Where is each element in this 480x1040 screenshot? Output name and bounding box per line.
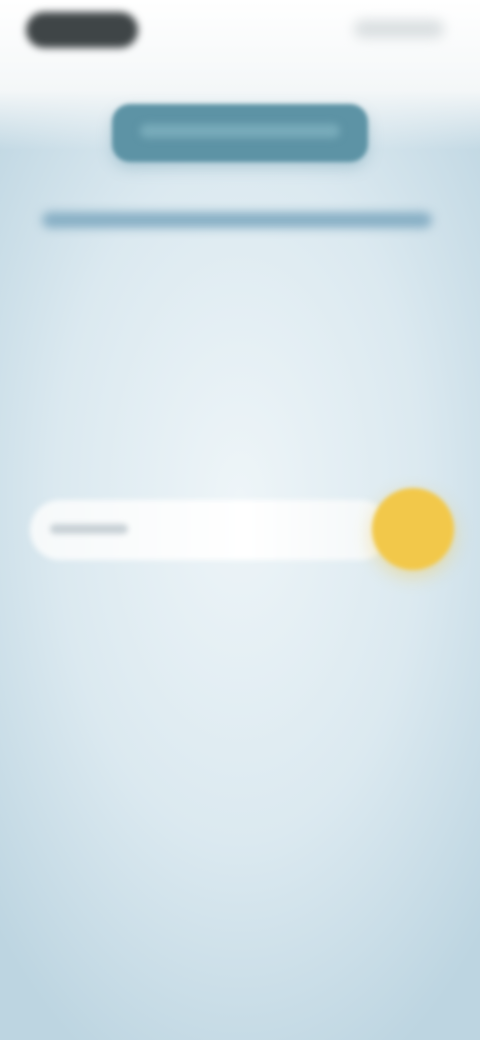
submit-circle-button[interactable]	[372, 488, 454, 570]
status-icons	[354, 20, 444, 38]
primary-header-button-label	[140, 124, 340, 138]
status-time-pill	[26, 12, 138, 48]
page-heading	[42, 212, 432, 228]
text-input-placeholder	[50, 524, 128, 534]
